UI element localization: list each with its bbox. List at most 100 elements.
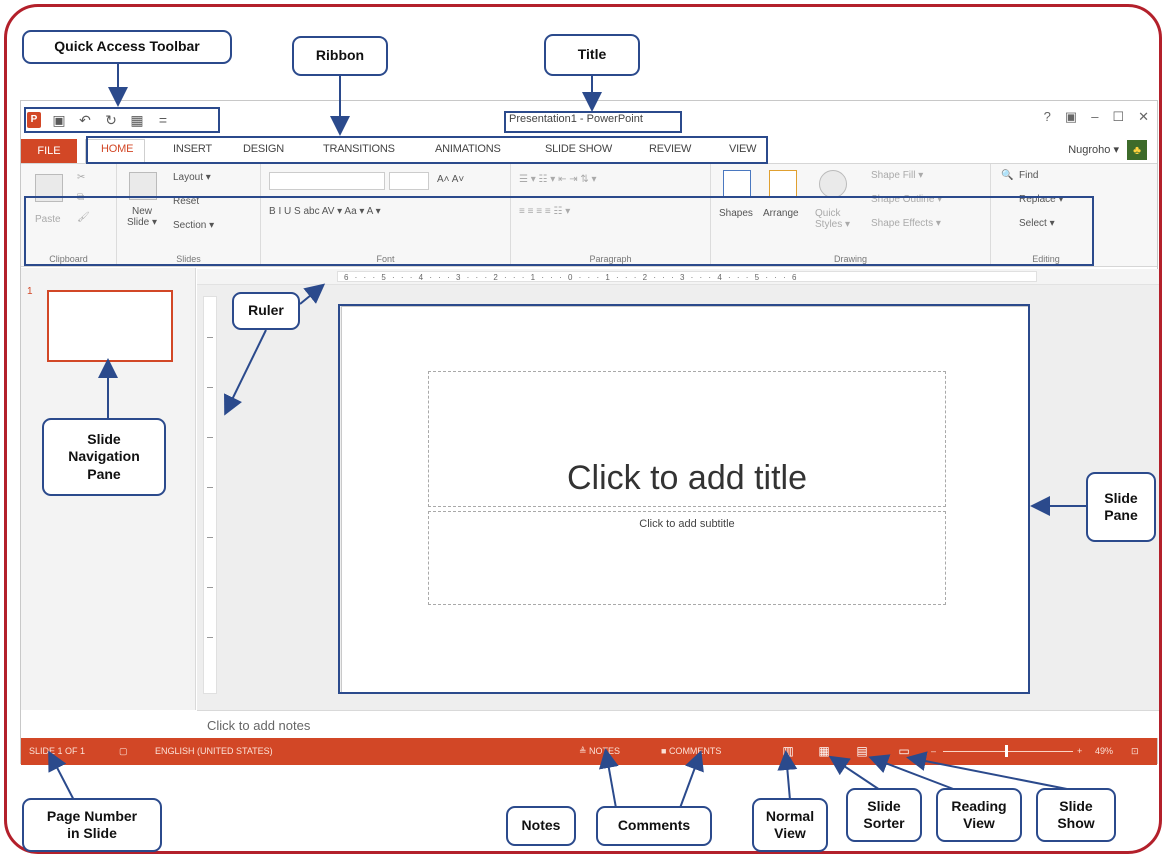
save-icon[interactable]: ▣ xyxy=(51,112,67,128)
minimize-icon[interactable]: – xyxy=(1091,109,1098,125)
slide-sorter-icon[interactable]: ▦ xyxy=(817,744,831,758)
zoom-slider[interactable] xyxy=(943,751,1073,752)
drawing-group: Shapes Arrange Quick Styles ▾ Shape Fill… xyxy=(711,164,991,266)
group-label-drawing: Drawing xyxy=(833,254,867,264)
customize-icon[interactable]: = xyxy=(155,112,171,128)
format-painter-icon[interactable]: 🖌 xyxy=(77,212,90,223)
quick-styles-icon[interactable] xyxy=(819,170,847,198)
shape-effects-button[interactable]: Shape Effects ▾ xyxy=(871,218,941,229)
callout-slide-navigation-pane: Slide Navigation Pane xyxy=(42,418,166,496)
callout-comments: Comments xyxy=(596,806,712,846)
shape-fill-button[interactable]: Shape Fill ▾ xyxy=(871,170,923,181)
group-label-paragraph: Paragraph xyxy=(589,254,632,264)
arrange-icon[interactable] xyxy=(769,170,797,198)
group-label-clipboard: Clipboard xyxy=(49,254,88,264)
start-from-beginning-icon[interactable]: ▦ xyxy=(129,112,145,128)
callout-quick-access-toolbar: Quick Access Toolbar xyxy=(22,30,232,64)
new-slide-icon[interactable] xyxy=(129,172,157,200)
tab-transitions[interactable]: TRANSITIONS xyxy=(323,143,395,155)
tab-home[interactable]: HOME xyxy=(101,143,133,155)
font-name-select[interactable] xyxy=(269,172,385,190)
zoom-in-icon[interactable]: + xyxy=(1077,746,1082,756)
fit-slide-icon[interactable]: ⊡ xyxy=(1131,746,1139,757)
horizontal-ruler-marks: 6 · · · 5 · · · 4 · · · 3 · · · 2 · · · … xyxy=(337,271,1037,282)
new-slide-button[interactable]: New Slide ▾ xyxy=(127,206,157,228)
close-icon[interactable]: ✕ xyxy=(1138,109,1149,125)
notes-placeholder: Click to add notes xyxy=(207,718,311,733)
redo-icon[interactable]: ↻ xyxy=(103,112,119,128)
language-indicator[interactable]: ENGLISH (UNITED STATES) xyxy=(155,746,273,756)
callout-page-number: Page Number in Slide xyxy=(22,798,162,852)
tab-file[interactable]: FILE xyxy=(21,139,77,163)
notes-pane[interactable]: Click to add notes xyxy=(197,710,1159,738)
undo-icon[interactable]: ↶ xyxy=(77,112,93,128)
reset-button[interactable]: Reset xyxy=(173,196,199,207)
user-account[interactable]: Nugroho ▾ xyxy=(1068,143,1119,156)
tab-slide-show[interactable]: SLIDE SHOW xyxy=(545,143,612,155)
shapes-icon[interactable] xyxy=(723,170,751,198)
reading-view-icon[interactable]: ▤ xyxy=(855,744,869,758)
slide-show-icon[interactable]: ▭ xyxy=(897,744,911,758)
shapes-button[interactable]: Shapes xyxy=(719,208,753,219)
callout-title: Title xyxy=(544,34,640,76)
clipboard-group: Paste ✂ ⧉ 🖌 Clipboard xyxy=(21,164,117,266)
tab-animations[interactable]: ANIMATIONS xyxy=(435,143,501,155)
slide-canvas[interactable]: Click to add title Click to add subtitle xyxy=(341,306,1029,694)
maximize-icon[interactable]: ☐ xyxy=(1112,109,1124,125)
tab-view[interactable]: VIEW xyxy=(729,143,757,155)
zoom-slider-thumb[interactable] xyxy=(1005,745,1008,757)
ribbon-tabs: FILE HOME INSERT DESIGN TRANSITIONS ANIM… xyxy=(21,137,1157,164)
zoom-level[interactable]: 49% xyxy=(1095,746,1113,756)
tab-design[interactable]: DESIGN xyxy=(243,143,284,155)
callout-ribbon: Ribbon xyxy=(292,36,388,76)
comments-toggle[interactable]: ■ COMMENTS xyxy=(661,746,721,756)
status-bar: SLIDE 1 OF 1 ▢ ENGLISH (UNITED STATES) ≜… xyxy=(21,738,1157,765)
tab-review[interactable]: REVIEW xyxy=(649,143,691,155)
layout-button[interactable]: Layout ▾ xyxy=(173,172,211,183)
callout-slide-pane: Slide Pane xyxy=(1086,472,1156,542)
slide-thumbnail[interactable] xyxy=(47,290,173,362)
zoom-out-icon[interactable]: – xyxy=(931,746,936,756)
select-button[interactable]: Select ▾ xyxy=(1019,218,1055,229)
callout-slide-show: Slide Show xyxy=(1036,788,1116,842)
copy-icon[interactable]: ⧉ xyxy=(77,192,84,203)
avatar[interactable]: ♣ xyxy=(1127,140,1147,160)
tab-insert[interactable]: INSERT xyxy=(173,143,212,155)
callout-notes: Notes xyxy=(506,806,576,846)
normal-view-icon[interactable]: ▥ xyxy=(781,744,795,758)
ribbon: Paste ✂ ⧉ 🖌 Clipboard New Slide ▾ Layout… xyxy=(21,163,1157,267)
font-size-select[interactable] xyxy=(389,172,429,190)
find-icon[interactable]: 🔍 xyxy=(1001,170,1013,181)
subtitle-placeholder[interactable]: Click to add subtitle xyxy=(428,511,946,605)
powerpoint-window: P ▣ ↶ ↻ ▦ = Presentation1 - PowerPoint ?… xyxy=(20,100,1159,765)
font-group: A˄ A˅ B I U S abc AV ▾ Aa ▾ A ▾ Font xyxy=(261,164,511,266)
document-title: Presentation1 - PowerPoint xyxy=(509,113,643,125)
section-button[interactable]: Section ▾ xyxy=(173,220,214,231)
ribbon-display-icon[interactable]: ▣ xyxy=(1065,109,1077,125)
arrange-button[interactable]: Arrange xyxy=(763,208,799,219)
notes-toggle[interactable]: ≜ NOTES xyxy=(579,746,620,757)
thumbnail-number: 1 xyxy=(27,286,33,297)
font-format-row[interactable]: B I U S abc AV ▾ Aa ▾ A ▾ xyxy=(269,206,381,217)
title-placeholder-text: Click to add title xyxy=(567,459,807,497)
shape-outline-button[interactable]: Shape Outline ▾ xyxy=(871,194,942,205)
cut-icon[interactable]: ✂ xyxy=(77,172,85,183)
callout-reading-view: Reading View xyxy=(936,788,1022,842)
title-placeholder[interactable]: Click to add title xyxy=(428,371,946,507)
group-label-slides: Slides xyxy=(176,254,201,264)
quick-access-toolbar: P ▣ ↶ ↻ ▦ = xyxy=(27,108,171,132)
quick-styles-button[interactable]: Quick Styles ▾ xyxy=(815,208,850,230)
bullets-icon[interactable]: ☰ ▾ ☷ ▾ ⇤ ⇥ ⇅ ▾ xyxy=(519,174,597,185)
replace-button[interactable]: Replace ▾ xyxy=(1019,194,1064,205)
help-icon[interactable]: ? xyxy=(1044,109,1051,125)
callout-ruler: Ruler xyxy=(232,292,300,330)
spell-check-icon[interactable]: ▢ xyxy=(119,746,128,757)
font-size-adjust-icon[interactable]: A˄ A˅ xyxy=(437,174,464,185)
paste-button[interactable]: Paste xyxy=(35,214,61,225)
subtitle-placeholder-text: Click to add subtitle xyxy=(639,518,735,530)
vertical-ruler xyxy=(203,296,217,694)
find-button[interactable]: Find xyxy=(1019,170,1038,181)
paste-icon[interactable] xyxy=(35,174,63,202)
group-label-font: Font xyxy=(376,254,395,264)
alignment-icons[interactable]: ≡ ≡ ≡ ≡ ☷ ▾ xyxy=(519,206,570,217)
